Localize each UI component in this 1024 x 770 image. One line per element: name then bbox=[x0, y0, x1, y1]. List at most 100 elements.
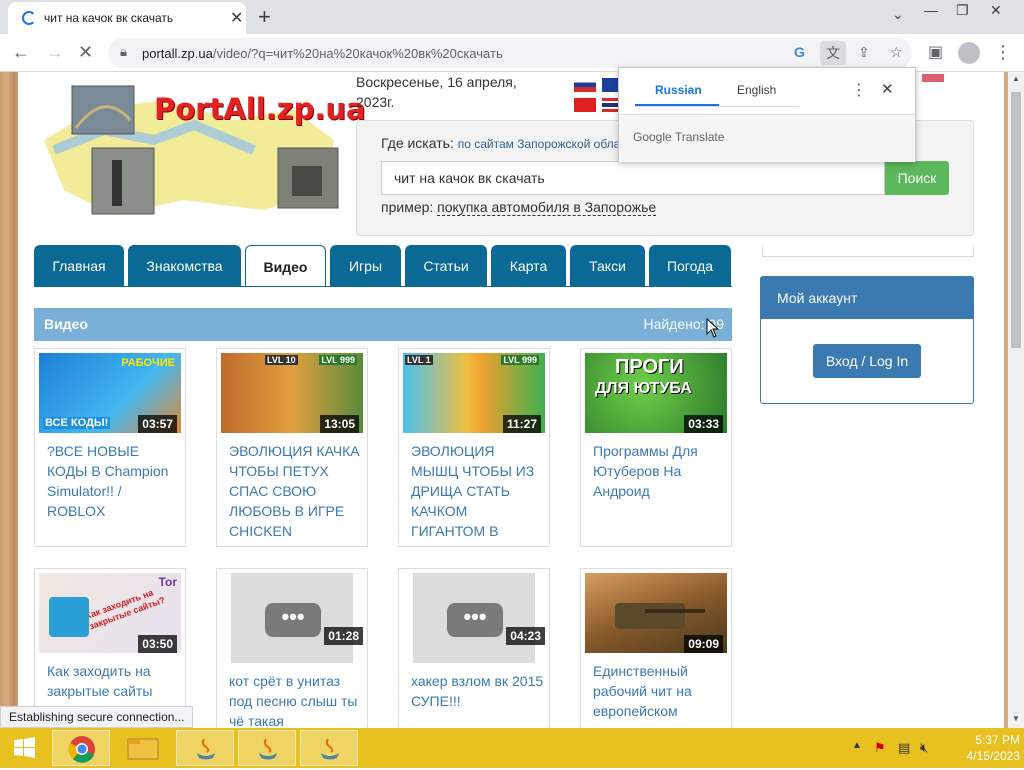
translate-icon[interactable]: 文 bbox=[820, 41, 846, 65]
translate-close-icon[interactable]: ✕ bbox=[881, 80, 894, 98]
volume-muted-icon[interactable]: 🔇︎ bbox=[920, 740, 928, 756]
taskbar-java-3[interactable] bbox=[300, 730, 358, 766]
search-input[interactable]: чит на качок вк скачать bbox=[381, 161, 885, 195]
minimize-icon[interactable]: — bbox=[924, 2, 938, 18]
account-title: Мой аккаунт bbox=[761, 277, 973, 319]
video-title-link[interactable]: кот срёт в унитаз под песню слыш ты чё т… bbox=[229, 671, 363, 728]
translate-target-tab[interactable]: English bbox=[737, 83, 776, 97]
java-icon bbox=[259, 738, 277, 760]
video-thumbnail[interactable]: ••• bbox=[231, 573, 353, 663]
page-scrollbar[interactable]: ▲ ▼ bbox=[1008, 72, 1024, 728]
video-duration: 13:05 bbox=[320, 415, 359, 433]
tab-weather[interactable]: Погода bbox=[649, 245, 731, 287]
video-thumbnail[interactable]: LVL 1 LVL 999 11:27 bbox=[403, 353, 545, 433]
video-thumbnail[interactable]: Как заходить на закрытые сайты? Tor 03:5… bbox=[39, 573, 181, 653]
video-card[interactable]: Как заходить на закрытые сайты? Tor 03:5… bbox=[34, 568, 186, 728]
google-icon[interactable]: G bbox=[794, 44, 805, 60]
video-card[interactable]: 09:09 Единственный рабочий чит на европе… bbox=[580, 568, 732, 728]
video-card[interactable]: РАБОЧИЕ ВСЕ КОДЫ! 03:57 ?ВСЕ НОВЫЕ КОДЫ … bbox=[34, 348, 186, 547]
video-title-link[interactable]: ЭВОЛЮЦИЯ МЫШЦ ЧТОБЫ ИЗ ДРИЩА СТАТЬ КАЧКО… bbox=[411, 441, 545, 541]
back-icon[interactable]: ← bbox=[12, 42, 30, 63]
action-center-flag-icon[interactable]: ⚑ bbox=[874, 740, 886, 756]
video-title-link[interactable]: хакер взлом вк 2015 СУПЕ!!! bbox=[411, 671, 545, 711]
video-card[interactable]: LVL 10 LVL 999 13:05 ЭВОЛЮЦИЯ КАЧКА ЧТОБ… bbox=[216, 348, 368, 547]
video-thumbnail[interactable]: LVL 10 LVL 999 13:05 bbox=[221, 353, 363, 433]
search-scope-link[interactable]: по сайтам Запорожской обла bbox=[458, 137, 621, 151]
scroll-down-arrow-icon[interactable]: ▼ bbox=[1012, 714, 1020, 723]
address-bar[interactable]: 🔒︎ portall.zp.ua/video/?q=чит%20на%20кач… bbox=[108, 38, 912, 68]
taskbar-file-explorer[interactable] bbox=[114, 730, 172, 766]
mouse-cursor-icon bbox=[706, 318, 720, 338]
window-close-icon[interactable]: ✕ bbox=[990, 2, 1002, 19]
bookmark-star-icon[interactable]: ☆ bbox=[890, 44, 903, 61]
tab-articles[interactable]: Статьи bbox=[405, 245, 487, 287]
java-icon bbox=[197, 738, 215, 760]
translate-tab-line bbox=[635, 106, 799, 107]
tab-video[interactable]: Видео bbox=[245, 245, 326, 287]
scrollbar-thumb[interactable] bbox=[1011, 92, 1021, 348]
taskbar-chrome[interactable] bbox=[52, 730, 110, 766]
video-card[interactable]: ••• 01:28 кот срёт в унитаз под песню сл… bbox=[216, 568, 368, 728]
video-thumbnail[interactable]: РАБОЧИЕ ВСЕ КОДЫ! 03:57 bbox=[39, 353, 181, 433]
search-example-link[interactable]: покупка автомобиля в Запорожье bbox=[437, 199, 657, 216]
video-card[interactable]: ПРОГИ ДЛЯ ЮТУБА 03:33 Программы Для Ютуб… bbox=[580, 348, 732, 547]
windows-taskbar: ▲ ⚑ ▤ 🔇︎ 5:37 PM 4/15/2023 bbox=[0, 728, 1024, 768]
video-title-link[interactable]: ?ВСЕ НОВЫЕ КОДЫ В Champion Simulator!! /… bbox=[47, 441, 181, 521]
search-button[interactable]: Поиск bbox=[885, 161, 949, 195]
translate-source-tab[interactable]: Russian bbox=[655, 83, 702, 97]
share-icon[interactable]: ⇪ bbox=[858, 44, 870, 61]
video-thumbnail[interactable]: ••• bbox=[413, 573, 535, 663]
account-box: Мой аккаунт Вход / Log In bbox=[760, 276, 974, 404]
tab-games[interactable]: Игры bbox=[330, 245, 401, 287]
video-section-header: Видео Найдено: 99 bbox=[34, 308, 732, 341]
nav-divider bbox=[34, 286, 732, 287]
system-clock[interactable]: 5:37 PM 4/15/2023 bbox=[946, 732, 1020, 764]
windows-logo-icon bbox=[14, 737, 35, 758]
forward-icon[interactable]: → bbox=[46, 42, 64, 63]
lock-icon[interactable]: 🔒︎ bbox=[120, 44, 127, 60]
chrome-icon bbox=[68, 736, 95, 763]
status-bubble: Establishing secure connection... bbox=[0, 706, 194, 728]
video-duration: 03:33 bbox=[684, 415, 723, 433]
flag-partial-icon[interactable] bbox=[922, 74, 944, 82]
taskbar-java-1[interactable] bbox=[176, 730, 234, 766]
translate-options-icon[interactable]: ⋮ bbox=[851, 80, 867, 100]
start-button[interactable] bbox=[2, 730, 48, 766]
new-tab-icon[interactable]: + bbox=[258, 4, 271, 30]
scroll-up-arrow-icon[interactable]: ▲ bbox=[1012, 74, 1020, 83]
java-icon bbox=[321, 738, 339, 760]
video-title-link[interactable]: Единственный рабочий чит на европейском bbox=[593, 661, 727, 721]
profile-avatar-icon[interactable] bbox=[958, 42, 980, 64]
video-duration: 01:28 bbox=[324, 627, 363, 645]
restore-icon[interactable]: ❐ bbox=[956, 2, 969, 19]
video-duration: 04:23 bbox=[506, 627, 545, 645]
video-title-link[interactable]: Как заходить на закрытые сайты bbox=[47, 661, 181, 701]
network-icon[interactable]: ▤ bbox=[898, 740, 910, 756]
side-panel-icon[interactable]: ▣ bbox=[928, 42, 943, 62]
video-card[interactable]: LVL 1 LVL 999 11:27 ЭВОЛЮЦИЯ МЫШЦ ЧТОБЫ … bbox=[398, 348, 550, 547]
login-button[interactable]: Вход / Log In bbox=[813, 344, 921, 378]
tab-strip: чит на качок вк скачать ✕ + ⌄ — ❐ ✕ bbox=[0, 0, 1024, 34]
site-logo-text[interactable]: PortAll.zp.ua bbox=[154, 92, 366, 126]
video-card[interactable]: ••• 04:23 хакер взлом вк 2015 СУПЕ!!! bbox=[398, 568, 550, 728]
tab-search-chevron-icon[interactable]: ⌄ bbox=[892, 6, 904, 23]
show-hidden-icons-icon[interactable]: ▲ bbox=[852, 740, 862, 751]
browser-tab[interactable]: чит на качок вк скачать ✕ bbox=[8, 2, 246, 34]
tab-taxi[interactable]: Такси bbox=[570, 245, 645, 287]
placeholder-more-icon: ••• bbox=[447, 603, 503, 637]
url-text: portall.zp.ua/video/?q=чит%20на%20качок%… bbox=[142, 46, 503, 61]
menu-kebab-icon[interactable]: ⋮ bbox=[994, 42, 1012, 63]
video-thumbnail[interactable]: ПРОГИ ДЛЯ ЮТУБА 03:33 bbox=[585, 353, 727, 433]
tab-dating[interactable]: Знакомства bbox=[128, 245, 241, 287]
video-title-link[interactable]: Программы Для Ютуберов На Андроид bbox=[593, 441, 727, 501]
taskbar-java-2[interactable] bbox=[238, 730, 296, 766]
video-title-link[interactable]: ЭВОЛЮЦИЯ КАЧКА ЧТОБЫ ПЕТУХ СПАС СВОЮ ЛЮБ… bbox=[229, 441, 363, 541]
flag-turkey-icon[interactable] bbox=[574, 98, 596, 112]
tab-main[interactable]: Главная bbox=[34, 245, 124, 287]
tab-close-icon[interactable]: ✕ bbox=[230, 8, 243, 28]
flag-russia-icon[interactable] bbox=[574, 78, 596, 92]
video-thumbnail[interactable]: 09:09 bbox=[585, 573, 727, 653]
sidebar-empty-box bbox=[762, 245, 974, 257]
stop-loading-icon[interactable]: ✕ bbox=[78, 42, 93, 63]
tab-map[interactable]: Карта bbox=[491, 245, 566, 287]
